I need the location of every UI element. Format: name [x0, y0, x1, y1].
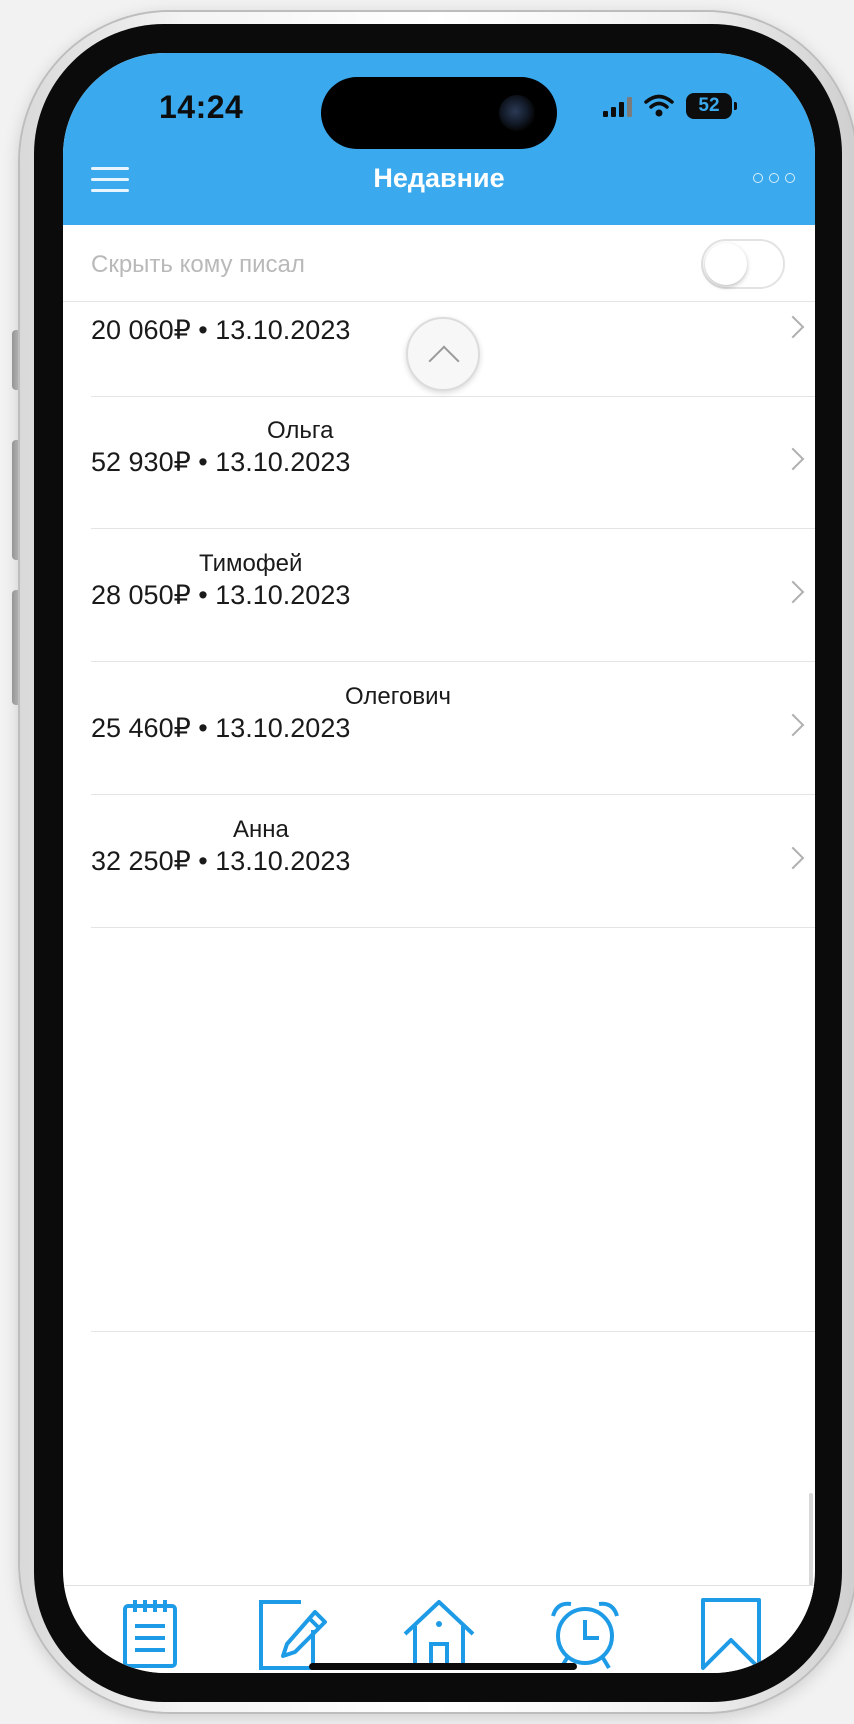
item-name: Ольга [267, 417, 334, 444]
tab-notes[interactable] [113, 1596, 189, 1672]
page-title: Недавние [373, 163, 505, 193]
list-item[interactable]: Тимофей 28 050₽ • 13.10.2023 [91, 530, 815, 662]
separator [91, 1331, 815, 1332]
wifi-icon [644, 94, 674, 117]
item-name: Олегович [345, 683, 451, 710]
item-amount-date: 28 050₽ • 13.10.2023 [91, 580, 351, 610]
notepad-icon [123, 1600, 177, 1668]
chevron-right-icon [781, 315, 805, 339]
alarm-clock-icon [551, 1601, 619, 1670]
chevron-right-icon [781, 447, 805, 471]
item-amount-date: 32 250₽ • 13.10.2023 [91, 846, 351, 876]
home-indicator [309, 1663, 577, 1670]
list-item[interactable]: Олегович 25 460₽ • 13.10.2023 [91, 663, 815, 795]
home-icon [403, 1600, 475, 1670]
item-name: Тимофей [199, 550, 303, 577]
tab-bookmarks[interactable] [693, 1596, 769, 1672]
more-options-icon[interactable] [753, 173, 795, 183]
battery-icon: 52 [686, 93, 737, 119]
tab-edit[interactable] [253, 1596, 329, 1672]
battery-level: 52 [698, 95, 720, 116]
tab-reminders[interactable] [547, 1596, 623, 1672]
item-amount-date: 20 060₽ • 13.10.2023 [91, 315, 351, 345]
tab-home[interactable] [401, 1596, 477, 1672]
signal-icon [603, 95, 632, 117]
bookmark-icon [701, 1598, 761, 1670]
chevron-right-icon [781, 580, 805, 604]
status-icons: 52 [603, 91, 737, 121]
chevron-right-icon [781, 846, 805, 870]
item-name: Анна [233, 816, 289, 843]
item-amount-date: 52 930₽ • 13.10.2023 [91, 447, 351, 477]
status-time: 14:24 [159, 89, 244, 125]
item-amount-date: 25 460₽ • 13.10.2023 [91, 713, 351, 743]
scroll-to-top-button[interactable] [406, 317, 480, 391]
app-header: 14:24 52 Недавние [63, 53, 815, 225]
camera-icon [499, 95, 535, 131]
tab-bar [63, 1585, 815, 1673]
chevron-right-icon [781, 713, 805, 737]
edit-icon [259, 1600, 327, 1670]
dynamic-island [321, 77, 557, 149]
screen: 14:24 52 Недавние Скрыть кому писал 20 0… [63, 53, 815, 1673]
list-item[interactable]: Ольга 52 930₽ • 13.10.2023 [91, 397, 815, 529]
list-item[interactable]: Анна 32 250₽ • 13.10.2023 [91, 796, 815, 928]
